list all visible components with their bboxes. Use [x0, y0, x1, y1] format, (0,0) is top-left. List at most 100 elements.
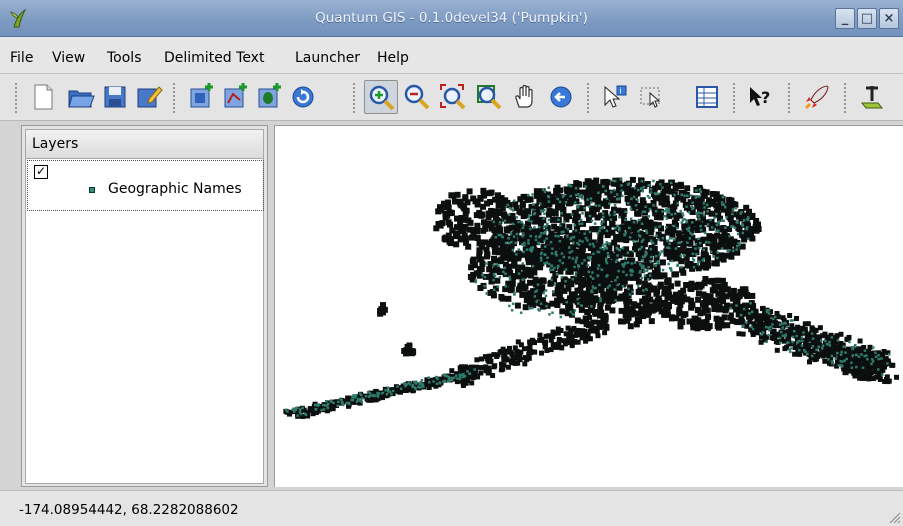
menu-delimited-text[interactable]: Delimited Text: [164, 50, 264, 66]
map-point: [615, 193, 619, 196]
identify-button[interactable]: i: [598, 80, 632, 114]
map-point: [447, 377, 451, 380]
toolbar-grip[interactable]: [732, 82, 736, 114]
map-point: [673, 315, 680, 322]
map-point: [654, 192, 658, 196]
map-point: [447, 221, 453, 228]
menu-file[interactable]: File: [10, 50, 33, 66]
map-point: [462, 195, 469, 202]
map-point: [626, 251, 630, 255]
menu-view[interactable]: View: [52, 50, 85, 66]
map-point: [589, 208, 596, 215]
map-point: [617, 228, 621, 232]
map-point: [674, 280, 681, 287]
toolbar-grip[interactable]: [586, 82, 590, 114]
close-button[interactable]: ×: [879, 8, 899, 29]
map-point: [690, 205, 693, 208]
map-point: [604, 243, 607, 246]
save-project-button[interactable]: [98, 80, 132, 114]
launcher-button[interactable]: [800, 80, 834, 114]
toolbar-grip[interactable]: [172, 82, 176, 114]
map-point: [540, 251, 543, 254]
map-point: [510, 207, 513, 211]
map-point: [704, 325, 711, 332]
minimize-button[interactable]: _: [835, 8, 855, 29]
map-point: [558, 239, 562, 243]
map-point: [561, 287, 568, 294]
map-point: [533, 226, 536, 229]
new-project-button[interactable]: [26, 80, 60, 114]
map-point: [756, 323, 762, 329]
map-point: [519, 291, 526, 298]
map-point: [742, 307, 746, 311]
zoom-last-button[interactable]: [544, 80, 578, 114]
menu-tools[interactable]: Tools: [107, 50, 142, 66]
attribute-table-button[interactable]: [690, 80, 724, 114]
map-point: [735, 248, 738, 251]
map-point: [871, 376, 876, 381]
add-raster-button[interactable]: [184, 80, 218, 114]
toolbar-grip[interactable]: [352, 82, 356, 114]
title-bar[interactable]: Quantum GIS - 0.1.0devel34 ('Pumpkin') _…: [0, 0, 903, 37]
map-point: [584, 309, 591, 316]
map-point: [714, 232, 721, 239]
map-point: [512, 235, 516, 238]
map-point: [491, 352, 497, 358]
map-point: [474, 228, 481, 235]
map-point: [730, 287, 737, 294]
map-point: [497, 233, 500, 237]
map-point: [492, 220, 495, 224]
map-point: [326, 402, 330, 406]
map-point: [501, 254, 508, 261]
map-canvas[interactable]: [274, 125, 903, 487]
map-point: [746, 237, 750, 241]
map-point: [751, 327, 755, 331]
refresh-button[interactable]: [286, 80, 320, 114]
map-point: [713, 301, 720, 308]
map-point: [720, 218, 724, 222]
map-point: [608, 284, 611, 287]
open-project-icon: [68, 90, 95, 108]
layer-list[interactable]: ✓ Geographic Names: [25, 159, 264, 484]
map-point: [663, 302, 670, 309]
map-point: [462, 364, 468, 370]
layers-header[interactable]: Layers: [25, 129, 264, 159]
resize-grip-icon[interactable]: [887, 510, 901, 524]
map-point: [498, 221, 502, 224]
map-point: [515, 216, 518, 219]
select-button[interactable]: [634, 80, 668, 114]
map-point: [623, 263, 626, 266]
pan-button[interactable]: [508, 80, 542, 114]
add-postgis-button[interactable]: [252, 80, 286, 114]
map-point: [539, 209, 543, 212]
zoom-in-button[interactable]: [364, 80, 398, 114]
zoom-layer-button[interactable]: [472, 80, 506, 114]
map-point: [376, 394, 380, 397]
map-point: [522, 355, 528, 361]
zoom-full-button[interactable]: [436, 80, 470, 114]
menu-launcher[interactable]: Launcher: [295, 50, 360, 66]
map-point: [608, 267, 615, 274]
toolbar-grip[interactable]: [843, 82, 847, 114]
add-vector-button[interactable]: [218, 80, 252, 114]
map-point: [560, 252, 564, 255]
map-point: [683, 218, 686, 221]
map-point: [703, 206, 706, 209]
open-project-button[interactable]: [64, 80, 98, 114]
map-point: [702, 214, 706, 217]
whats-this-button[interactable]: ?: [744, 80, 778, 114]
layer-visibility-checkbox[interactable]: ✓: [34, 165, 48, 179]
toolbar-grip[interactable]: [14, 82, 18, 114]
map-point: [802, 321, 808, 327]
map-point: [740, 331, 746, 337]
layer-item[interactable]: ✓ Geographic Names: [27, 160, 264, 211]
map-point: [661, 236, 665, 240]
save-as-button[interactable]: [132, 80, 166, 114]
map-point: [623, 233, 627, 237]
map-point: [513, 292, 516, 295]
maximize-button[interactable]: □: [857, 8, 877, 29]
menu-help[interactable]: Help: [377, 50, 409, 66]
zoom-out-button[interactable]: [400, 80, 434, 114]
plugin-button[interactable]: [855, 80, 889, 114]
toolbar-grip[interactable]: [787, 82, 791, 114]
